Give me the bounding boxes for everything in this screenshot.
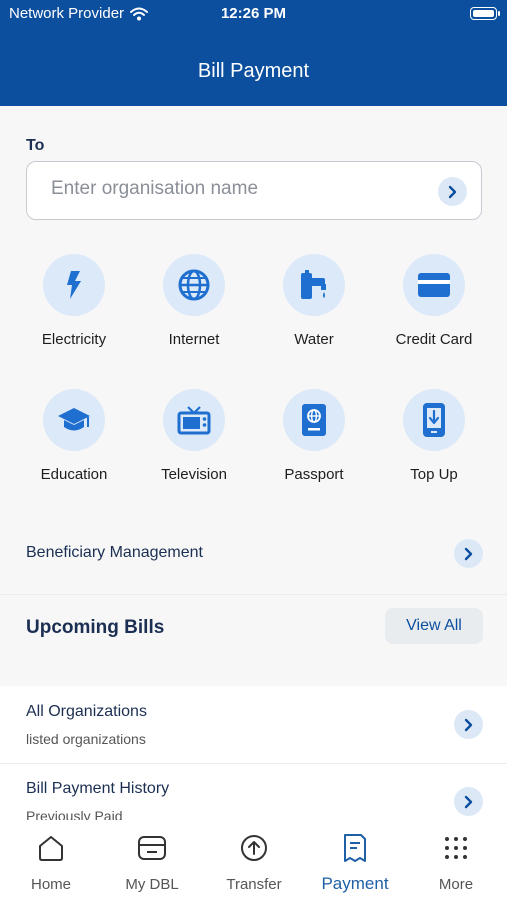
category-water[interactable]: Water <box>254 254 374 348</box>
television-icon <box>177 406 211 435</box>
view-all-button[interactable]: View All <box>385 608 483 644</box>
organisation-go-button[interactable] <box>438 177 467 206</box>
category-credit-card[interactable]: Credit Card <box>374 254 494 348</box>
transfer-icon <box>241 835 267 861</box>
tab-my-dbl[interactable]: My DBL <box>102 832 202 893</box>
list-item-title: Bill Payment History <box>26 780 170 797</box>
tab-transfer[interactable]: Transfer <box>204 832 304 893</box>
card-icon <box>138 836 166 860</box>
category-label: Education <box>40 466 108 483</box>
receipt-icon <box>344 834 366 862</box>
chevron-right-icon <box>464 547 472 560</box>
divider <box>0 594 507 595</box>
category-label: Water <box>294 331 334 348</box>
tab-label: My DBL <box>125 876 179 893</box>
tab-payment[interactable]: Payment <box>305 832 405 894</box>
tab-home[interactable]: Home <box>1 832 101 893</box>
category-label: Electricity <box>41 331 107 348</box>
page-title: Bill Payment <box>197 60 310 82</box>
list-item-bill-payment-history[interactable]: Bill Payment History Previously Paid <box>0 763 507 820</box>
battery-icon <box>470 7 500 20</box>
list-item-title: All Organizations <box>26 703 147 720</box>
to-label: To <box>26 137 45 154</box>
category-passport[interactable]: Passport <box>254 389 374 483</box>
category-label: Internet <box>168 331 220 348</box>
payment-options-list: All Organizations listed organizations B… <box>0 686 507 820</box>
mobile-topup-icon <box>423 403 445 437</box>
tab-label: More <box>438 876 474 893</box>
list-item-subtitle: Previously Paid <box>26 808 123 820</box>
category-label: Passport <box>284 466 344 483</box>
beneficiary-chevron[interactable] <box>454 539 483 568</box>
tab-label: Home <box>30 876 71 893</box>
status-time: 12:26 PM <box>220 5 287 22</box>
graduation-cap-icon <box>58 408 90 431</box>
chevron-right-icon <box>464 718 472 731</box>
tab-label: Transfer <box>226 876 282 893</box>
category-top-up[interactable]: Top Up <box>374 389 494 483</box>
water-tap-icon <box>301 270 326 299</box>
organisation-input[interactable] <box>51 178 431 200</box>
passport-icon <box>302 404 326 436</box>
category-education[interactable]: Education <box>14 389 134 483</box>
status-bar: Network Provider 12:26 PM <box>0 4 507 26</box>
list-item-chevron[interactable] <box>454 787 483 816</box>
list-item-chevron[interactable] <box>454 710 483 739</box>
chevron-right-icon <box>464 795 472 808</box>
category-label: Television <box>161 466 227 483</box>
category-electricity[interactable]: Electricity <box>14 254 134 348</box>
credit-card-icon <box>418 273 450 297</box>
tab-label: Payment <box>321 874 389 893</box>
globe-icon <box>178 269 210 301</box>
bottom-tab-bar: Home My DBL Transfer Payment More <box>0 820 507 900</box>
list-item-subtitle: listed organizations <box>26 731 146 747</box>
tab-more[interactable]: More <box>406 832 506 893</box>
lightning-icon <box>67 271 81 299</box>
category-television[interactable]: Television <box>134 389 254 483</box>
category-label: Top Up <box>410 466 458 483</box>
list-item-all-organizations[interactable]: All Organizations listed organizations <box>0 686 507 764</box>
organisation-search-field[interactable] <box>26 161 482 220</box>
upcoming-bills-title: Upcoming Bills <box>26 617 165 638</box>
chevron-right-icon <box>448 185 456 198</box>
app-header: Network Provider 12:26 PM Bill Payment <box>0 0 507 106</box>
beneficiary-management-link[interactable]: Beneficiary Management <box>26 544 203 562</box>
grid-dots-icon <box>445 837 467 859</box>
category-internet[interactable]: Internet <box>134 254 254 348</box>
category-label: Credit Card <box>395 331 473 348</box>
home-icon <box>39 836 63 861</box>
